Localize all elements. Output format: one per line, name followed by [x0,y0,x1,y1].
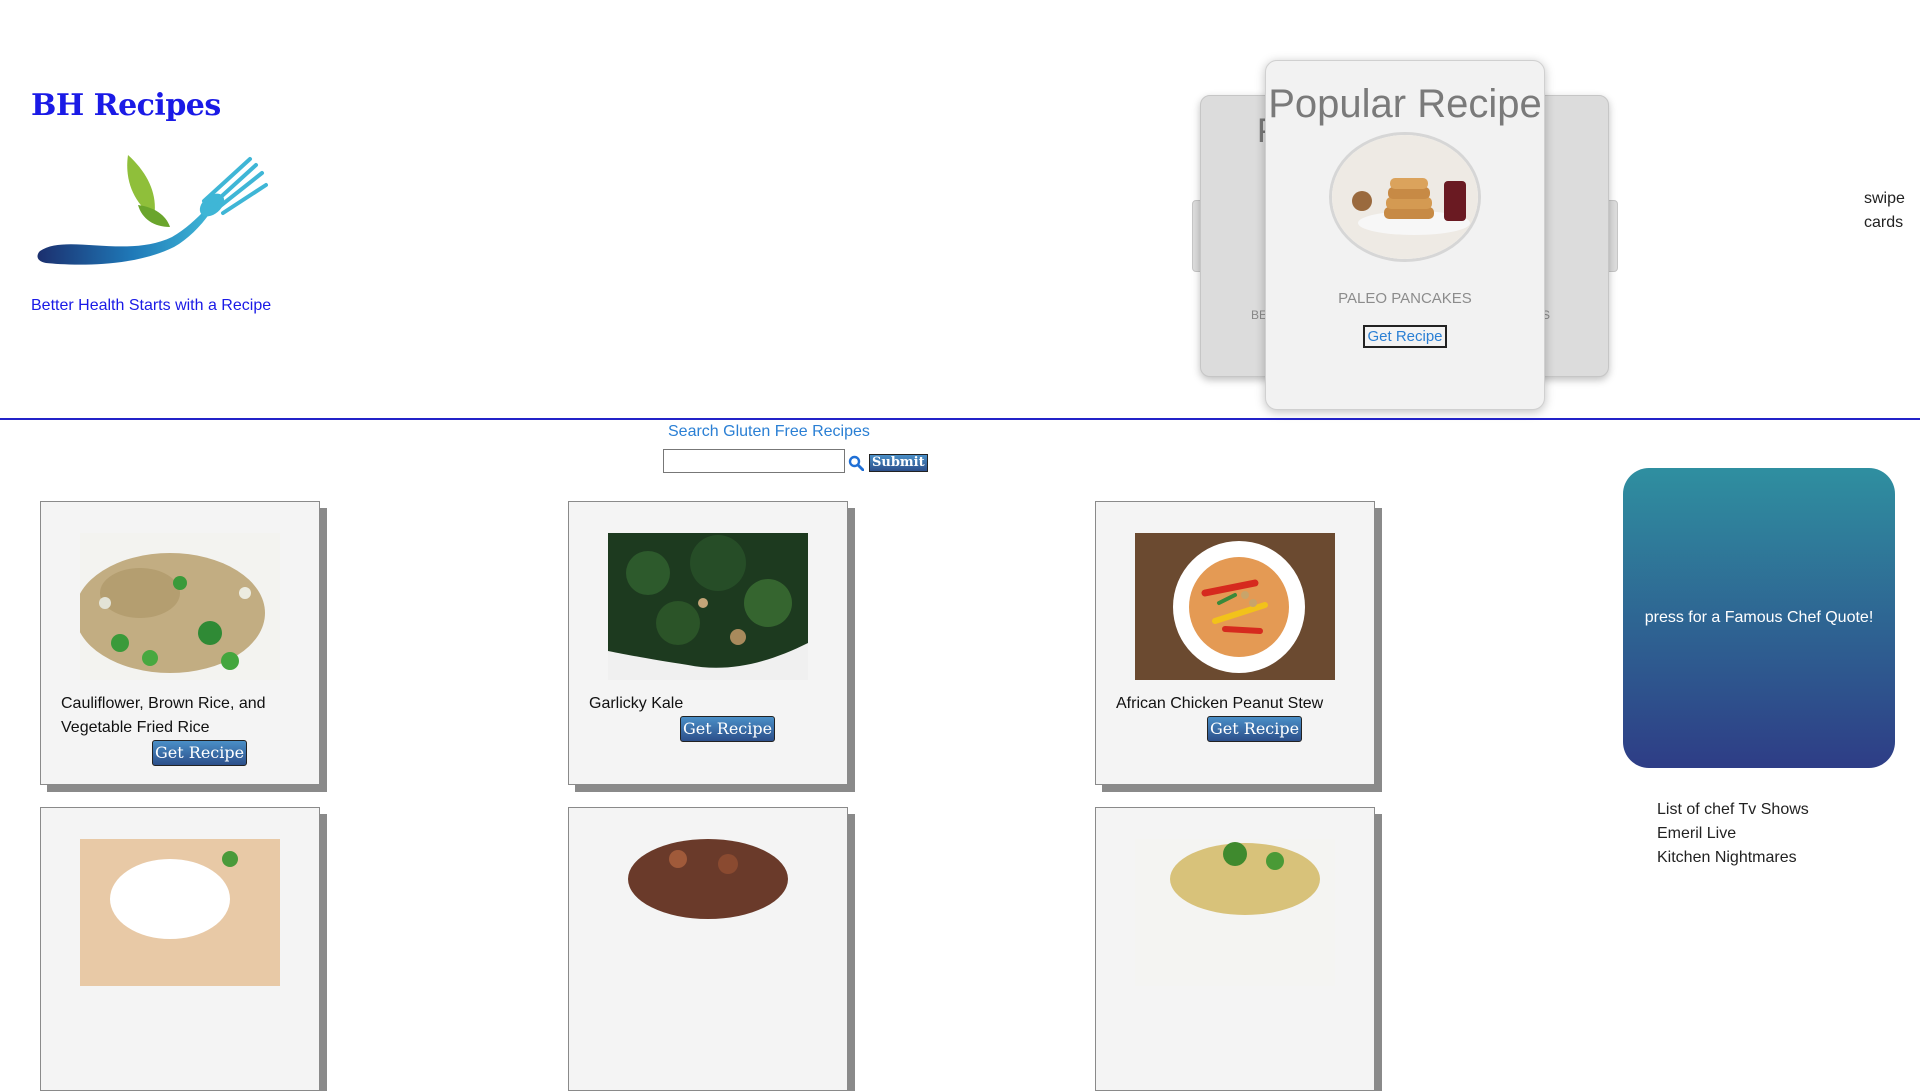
garlicky-kale-image [608,533,808,680]
recipe-card [1095,807,1375,1091]
search-icon[interactable] [848,455,864,471]
recipe-image [608,839,808,986]
search-submit-button[interactable]: Submit [869,454,928,472]
tagline: Better Health Starts with a Recipe [31,297,272,314]
popular-recipe-card[interactable]: Popular Recipe PALEO PANCAKES Get Recipe [1265,60,1545,410]
shows-heading: List of chef Tv Shows [1657,801,1809,818]
recipe-card: African Chicken Peanut Stew Get Recipe [1095,501,1375,785]
popular-get-recipe-button[interactable]: Get Recipe [1363,325,1447,348]
paleo-pancakes-image [1329,132,1481,262]
recipe-card: Cauliflower, Brown Rice, and Vegetable F… [40,501,320,785]
recipe-name: African Chicken Peanut Stew [1116,695,1324,712]
peanut-stew-image [1135,533,1335,680]
show-item: Kitchen Nightmares [1657,849,1797,866]
chef-tv-shows-list: List of chef Tv Shows Emeril Live Kitche… [1657,798,1809,870]
recipe-image [80,839,280,986]
recipe-card [568,807,848,1091]
fork-leaf-logo [37,155,268,265]
recipe-card: Garlicky Kale Get Recipe [568,501,848,785]
recipe-name: Garlicky Kale [589,695,684,712]
chef-quote-button[interactable]: press for a Famous Chef Quote! [1623,468,1895,768]
get-recipe-button[interactable]: Get Recipe [1207,716,1303,742]
search-label: Search Gluten Free Recipes [668,423,870,440]
get-recipe-button[interactable]: Get Recipe [152,740,248,766]
header-divider [0,418,1920,420]
recipe-name: Cauliflower, Brown Rice, and Vegetable F… [61,695,266,736]
popular-recipe-title: Popular Recipe [1268,82,1542,126]
recipe-image [1135,839,1335,986]
recipe-card [40,807,320,1091]
swipe-cards-hint: swipe cards [1864,190,1905,231]
popular-recipe-name: PALEO PANCAKES [1338,290,1472,307]
site-title: BH Recipes [31,88,221,123]
search-input[interactable] [663,449,845,473]
fried-rice-image [80,533,280,680]
get-recipe-button[interactable]: Get Recipe [680,716,776,742]
show-item: Emeril Live [1657,825,1737,842]
